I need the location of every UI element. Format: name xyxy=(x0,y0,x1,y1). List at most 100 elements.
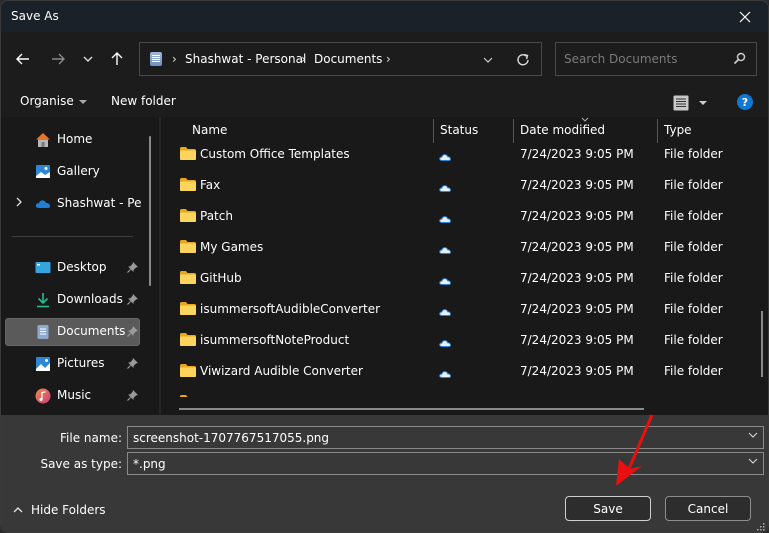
column-header-type[interactable]: Type xyxy=(664,123,692,137)
file-name-value: screenshot-1707767517055.png xyxy=(133,431,330,445)
sidebar-item-label: Shashwat - Pers xyxy=(57,196,141,210)
pin-icon[interactable] xyxy=(127,390,138,401)
save-type-label: Save as type: xyxy=(40,457,122,471)
sidebar-item-downloads[interactable]: Downloads xyxy=(5,286,140,314)
forward-button[interactable] xyxy=(45,46,71,72)
column-header-name[interactable]: Name xyxy=(192,123,227,137)
breadcrumb-separator: › xyxy=(301,52,306,66)
file-name-input[interactable]: screenshot-1707767517055.png xyxy=(127,426,764,449)
vertical-scrollbar[interactable] xyxy=(761,311,763,377)
window-title: Save As xyxy=(11,9,59,23)
cloud-status-icon xyxy=(439,336,452,350)
sidebar-item-home[interactable]: Home xyxy=(5,126,140,154)
breadcrumb-item[interactable]: Documents xyxy=(314,52,382,66)
pin-icon[interactable] xyxy=(127,294,138,305)
documents-icon xyxy=(37,325,49,339)
file-row[interactable]: isummersoftAudibleConverter 7/24/2023 9:0… xyxy=(161,294,751,325)
up-button[interactable] xyxy=(104,46,130,72)
sidebar-item-music[interactable]: Music xyxy=(5,382,140,410)
sidebar-item-desktop[interactable]: Desktop xyxy=(5,254,140,282)
file-name: Custom Office Templates xyxy=(200,147,350,161)
search-box[interactable]: Search Documents xyxy=(555,42,757,76)
column-header-date-modified[interactable]: Date modified xyxy=(520,123,605,137)
file-date-modified: 7/24/2023 9:05 PM xyxy=(520,240,634,254)
breadcrumb-item[interactable]: Shashwat - Personal xyxy=(185,52,306,66)
change-view-button[interactable] xyxy=(673,93,713,113)
column-header-status[interactable]: Status xyxy=(440,123,478,137)
sidebar-item-label: Home xyxy=(57,132,93,146)
folder-icon xyxy=(180,147,196,160)
file-date-modified: 7/24/2023 9:05 PM xyxy=(520,147,634,161)
file-date-modified: 7/24/2023 9:05 PM xyxy=(520,178,634,192)
help-button[interactable]: ? xyxy=(737,94,753,113)
file-type: File folder xyxy=(664,271,723,285)
file-row[interactable]: isummersoftNoteProduct 7/24/2023 9:05 PM F… xyxy=(161,325,751,356)
horizontal-scrollbar[interactable] xyxy=(179,408,644,410)
chevron-down-icon xyxy=(483,57,493,63)
caret-down-icon xyxy=(78,99,87,104)
arrow-up-icon xyxy=(111,52,123,65)
save-button[interactable]: Save xyxy=(565,496,651,521)
sidebar-item-label: Gallery xyxy=(57,164,100,178)
onedrive-icon xyxy=(35,200,50,208)
back-button[interactable] xyxy=(10,46,36,72)
recent-locations-button[interactable] xyxy=(75,46,101,72)
svg-text:?: ? xyxy=(742,96,748,109)
file-row[interactable]: Patch 7/24/2023 9:05 PM File folder xyxy=(161,201,751,232)
file-name: My Games xyxy=(200,240,264,254)
organise-menu-button[interactable]: Organise xyxy=(20,94,87,108)
file-row-partial[interactable] xyxy=(161,387,751,397)
chevron-down-icon[interactable] xyxy=(748,432,758,438)
hide-folders-button[interactable]: Hide Folders xyxy=(13,503,106,517)
folder-icon xyxy=(180,240,196,253)
file-row[interactable]: Fax 7/24/2023 9:05 PM File folder xyxy=(161,170,751,201)
file-date-modified: 7/24/2023 9:05 PM xyxy=(520,333,634,347)
sidebar-scrollbar[interactable] xyxy=(149,136,151,286)
organise-label: Organise xyxy=(20,94,74,108)
sidebar-item-documents[interactable]: Documents xyxy=(5,318,140,346)
refresh-button[interactable] xyxy=(512,50,534,70)
address-bar[interactable]: › Shashwat - Personal › Documents › xyxy=(139,42,542,76)
address-dropdown-button[interactable] xyxy=(478,51,498,69)
pin-icon[interactable] xyxy=(127,358,138,369)
pictures-icon xyxy=(36,357,50,371)
caret-down-icon xyxy=(699,101,707,105)
file-row[interactable]: GitHub 7/24/2023 9:05 PM File folder xyxy=(161,263,751,294)
file-name: isummersoftNoteProduct xyxy=(200,333,350,347)
save-type-select[interactable]: *.png xyxy=(127,452,764,475)
resize-grip-icon[interactable] xyxy=(757,523,765,531)
file-date-modified: 7/24/2023 9:05 PM xyxy=(520,364,634,378)
chevron-up-icon xyxy=(13,507,23,513)
file-type: File folder xyxy=(664,178,723,192)
content-area: Home Gallery Shashwat - Pers Desktop Dow… xyxy=(1,117,768,415)
file-row[interactable]: Custom Office Templates 7/24/2023 9:05 PM… xyxy=(161,139,751,170)
pin-icon[interactable] xyxy=(127,326,138,337)
file-list: Name Status Date modified Type Custom Of… xyxy=(161,117,768,415)
home-icon xyxy=(36,133,50,147)
sidebar-item-pictures[interactable]: Pictures xyxy=(5,350,140,378)
file-type: File folder xyxy=(664,209,723,223)
folder-icon xyxy=(180,395,196,397)
file-type: File folder xyxy=(664,240,723,254)
chevron-right-icon[interactable] xyxy=(16,197,22,207)
file-name: Viwizard Audible Converter xyxy=(200,364,363,378)
file-type: File folder xyxy=(664,333,723,347)
cloud-status-icon xyxy=(439,243,452,257)
sidebar-item-gallery[interactable]: Gallery xyxy=(5,158,140,186)
cancel-button[interactable]: Cancel xyxy=(665,496,751,521)
breadcrumb-separator: › xyxy=(386,52,391,66)
cloud-status-icon xyxy=(439,181,452,195)
help-icon: ? xyxy=(737,94,753,110)
folder-icon xyxy=(180,209,196,222)
sidebar-item-onedrive[interactable]: Shashwat - Pers xyxy=(5,190,141,218)
chevron-down-icon[interactable] xyxy=(748,458,758,464)
new-folder-button[interactable]: New folder xyxy=(111,94,176,108)
refresh-icon xyxy=(517,53,529,66)
file-row[interactable]: Viwizard Audible Converter 7/24/2023 9:05… xyxy=(161,356,751,387)
close-button[interactable] xyxy=(722,1,768,32)
pin-icon[interactable] xyxy=(127,262,138,273)
folder-icon xyxy=(180,364,196,377)
file-row[interactable]: My Games 7/24/2023 9:05 PM File folder xyxy=(161,232,751,263)
save-form: File name: screenshot-1707767517055.png … xyxy=(1,415,768,532)
cloud-status-icon xyxy=(439,367,452,381)
